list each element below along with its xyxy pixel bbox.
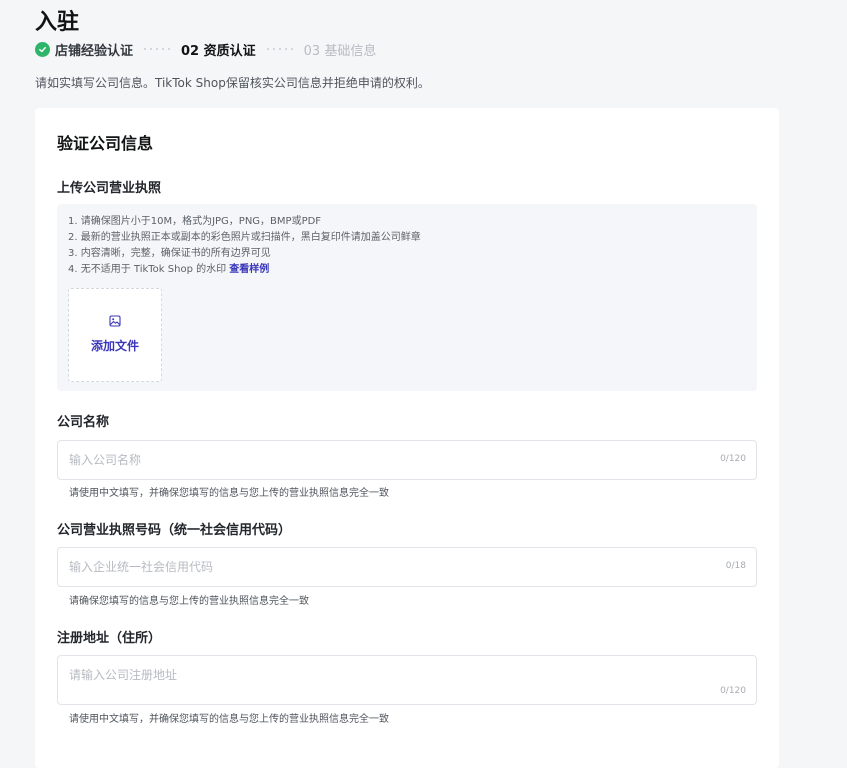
char-counter: 0/120 bbox=[720, 454, 746, 464]
view-sample-link[interactable]: 查看样例 bbox=[229, 264, 269, 275]
company-name-input[interactable] bbox=[69, 441, 689, 479]
char-counter: 0/120 bbox=[720, 686, 746, 696]
address-label: 注册地址（住所） bbox=[57, 631, 162, 646]
progress-steps: 店铺经验认证 02 资质认证 03 基础信息 bbox=[35, 39, 376, 59]
upload-requirements: 1. 请确保图片小于10M，格式为JPG，PNG，BMP或PDF 2. 最新的营… bbox=[68, 214, 421, 278]
add-file-label: 添加文件 bbox=[90, 339, 139, 353]
requirement-item: 4. 无不适用于 TikTok Shop 的水印 查看样例 bbox=[68, 262, 421, 278]
license-upload-area: 1. 请确保图片小于10M，格式为JPG，PNG，BMP或PDF 2. 最新的营… bbox=[57, 204, 757, 391]
char-counter: 0/18 bbox=[725, 561, 746, 571]
address-field[interactable]: 0/120 bbox=[57, 655, 757, 705]
step-basic-info[interactable]: 03 基础信息 bbox=[304, 40, 377, 59]
license-upload-label: 上传公司营业执照 bbox=[57, 181, 162, 196]
company-info-card: 验证公司信息 上传公司营业执照 1. 请确保图片小于10M，格式为JPG，PNG… bbox=[35, 108, 779, 768]
requirement-item: 3. 内容清晰，完整，确保证书的所有边界可见 bbox=[68, 248, 271, 259]
card-title: 验证公司信息 bbox=[57, 134, 154, 153]
page-title: 入驻 bbox=[35, 10, 80, 35]
company-name-field[interactable]: 0/120 bbox=[57, 440, 757, 480]
requirement-item: 2. 最新的营业执照正本或副本的彩色照片或扫描件，黑白复印件请加盖公司鲜章 bbox=[68, 232, 421, 243]
license-number-input[interactable] bbox=[69, 548, 689, 586]
image-icon bbox=[109, 315, 121, 327]
license-number-field[interactable]: 0/18 bbox=[57, 547, 757, 587]
verification-notice: 请如实填写公司信息。TikTok Shop保留核实公司信息并拒绝申请的权利。 bbox=[35, 76, 430, 90]
address-hint: 请使用中文填写，并确保您填写的信息与您上传的营业执照信息完全一致 bbox=[69, 714, 389, 725]
requirement-item: 1. 请确保图片小于10M，格式为JPG，PNG，BMP或PDF bbox=[68, 216, 322, 227]
address-input[interactable] bbox=[69, 666, 689, 690]
check-circle-icon bbox=[35, 41, 50, 57]
company-name-label: 公司名称 bbox=[57, 415, 110, 430]
step-separator bbox=[266, 48, 293, 50]
license-number-hint: 请确保您填写的信息与您上传的营业执照信息完全一致 bbox=[69, 596, 309, 607]
step-qualification[interactable]: 02 资质认证 bbox=[181, 40, 256, 59]
step-store-verification[interactable]: 店铺经验认证 bbox=[35, 40, 133, 59]
step-label: 03 基础信息 bbox=[303, 43, 377, 59]
step-label: 02 资质认证 bbox=[181, 43, 256, 59]
step-separator bbox=[144, 48, 171, 50]
license-number-label: 公司营业执照号码（统一社会信用代码） bbox=[57, 523, 292, 538]
requirement-text: 4. 无不适用于 TikTok Shop 的水印 bbox=[68, 264, 227, 275]
step-label: 店铺经验认证 bbox=[55, 43, 134, 59]
company-name-hint: 请使用中文填写，并确保您填写的信息与您上传的营业执照信息完全一致 bbox=[69, 488, 389, 499]
add-file-button[interactable]: 添加文件 bbox=[68, 288, 162, 382]
